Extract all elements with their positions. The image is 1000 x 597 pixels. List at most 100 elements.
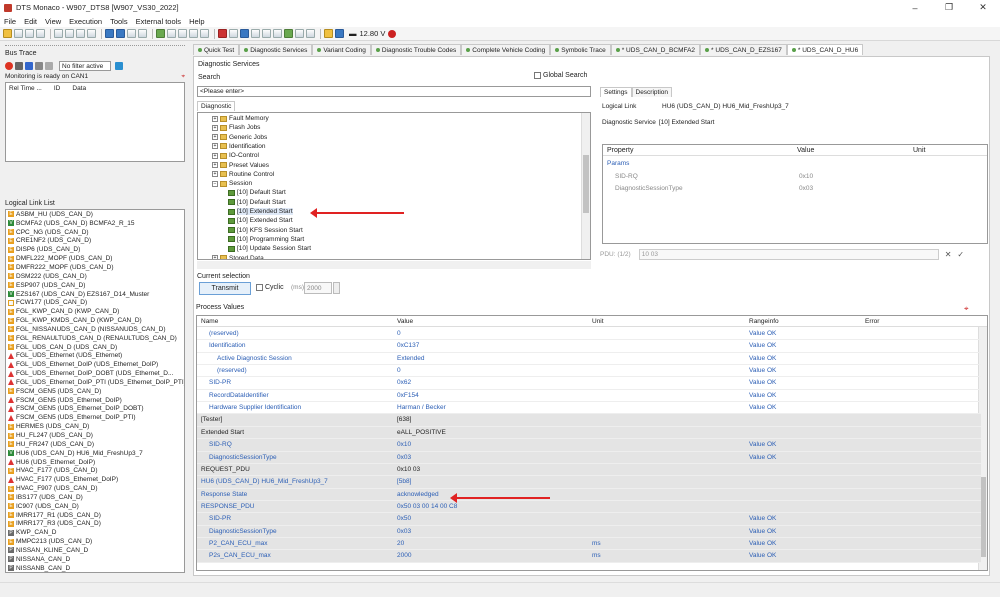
table-row[interactable]: DiagnosticSessionType 0x03 Value OK (197, 525, 981, 538)
logical-link-item[interactable]: E FGL_NISSANUDS_CAN_D (NISSANUDS_CAN_D) (6, 325, 184, 334)
tab-item[interactable]: Diagnostic Services (239, 44, 313, 55)
global-search-toggle[interactable]: Global Search (534, 72, 587, 79)
col-property[interactable]: Property (607, 147, 633, 154)
help-icon[interactable] (335, 29, 344, 38)
dtc-icon[interactable] (295, 29, 304, 38)
new-file-icon[interactable] (14, 29, 23, 38)
variant-icon[interactable] (273, 29, 282, 38)
pdu-apply-icon[interactable]: ✓ (957, 250, 964, 259)
logical-link-item[interactable]: FGL_UDS_Ethernet (UDS_Ethernet) (6, 352, 184, 361)
logical-link-item[interactable]: E DMFR222_MOPF (UDS_CAN_D) (6, 263, 184, 272)
menu-file[interactable]: File (0, 17, 20, 26)
tree-service[interactable]: [10] Default Start (228, 199, 286, 206)
panel-splitter[interactable] (5, 45, 185, 48)
cyclic-toggle[interactable]: Cyclic (256, 284, 284, 291)
col-id[interactable]: ID (54, 85, 61, 92)
cyclic-checkbox[interactable] (256, 284, 263, 291)
table-row[interactable]: Hardware Supplier Identification Harman /… (197, 402, 981, 415)
network-icon[interactable] (178, 29, 187, 38)
logical-link-item[interactable]: FGL_UDS_Ethernet_DoIP_PTI (UDS_Ethernet_… (6, 378, 184, 387)
logical-link-item[interactable]: E FSCM_GEN5 (UDS_CAN_D) (6, 387, 184, 396)
process-values-table[interactable]: Name Value Unit Rangeinfo Error (reserve… (196, 315, 988, 571)
tree-folder[interactable]: + Fault Memory (212, 115, 269, 122)
record-icon[interactable] (5, 62, 13, 70)
table-row[interactable]: [Tester] [638] (197, 414, 981, 427)
tree-service[interactable]: [10] Extended Start (228, 217, 293, 224)
logical-link-item[interactable]: E ASBM_HU (UDS_CAN_D) (6, 210, 184, 219)
filter-select[interactable]: No filter active (59, 61, 111, 71)
grid-icon[interactable] (138, 29, 147, 38)
tree-service[interactable]: [10] Default Start (228, 189, 286, 196)
expand-icon[interactable]: + (212, 171, 218, 178)
table-row[interactable]: (reserved) 0 Value OK (197, 328, 981, 341)
cycle-time-stepper[interactable] (333, 282, 340, 294)
tab-item[interactable]: Complete Vehicle Coding (461, 44, 551, 55)
tab-settings[interactable]: Settings (600, 87, 632, 97)
expand-icon[interactable]: + (212, 162, 218, 168)
tree-folder[interactable]: + Preset Values (212, 162, 269, 169)
logical-link-item[interactable]: E IBS177 (UDS_CAN_D) (6, 493, 184, 502)
table-row[interactable]: REQUEST_PDU 0x10 03 (197, 463, 981, 477)
property-grid[interactable]: Property Value Unit Params SID-RQ 0x10 D… (602, 144, 988, 244)
table-row[interactable]: DiagnosticSessionType 0x03 Value OK (197, 451, 981, 464)
table-row[interactable]: Identification 0xC137 Value OK (197, 340, 981, 353)
logical-link-item[interactable]: V BCMFA2 (UDS_CAN_D) BCMFA2_R_15 (6, 219, 184, 228)
record-stop-icon[interactable] (388, 29, 397, 38)
col-error[interactable]: Error (865, 318, 879, 325)
expand-icon[interactable]: + (212, 143, 218, 150)
logical-link-list[interactable]: E ASBM_HU (UDS_CAN_D) V BCMFA2 (UDS_CAN_D) … (5, 209, 185, 573)
pdu-cancel-icon[interactable]: ✕ (945, 250, 952, 259)
tree-service[interactable]: [10] Update Session Start (228, 245, 311, 252)
logical-link-item[interactable]: P KWP_CAN_D (6, 528, 184, 537)
edit-icon[interactable] (251, 29, 260, 38)
info-icon[interactable] (324, 29, 333, 38)
maximize-icon[interactable]: ❐ (932, 2, 966, 13)
undo-icon[interactable] (76, 29, 85, 38)
table-row[interactable]: RecordDataIdentifier 0xF154 Value OK (197, 390, 981, 403)
pdu-input[interactable]: 10 03 (638, 249, 939, 260)
table-row[interactable]: Active Diagnostic Session Extended Value O… (197, 353, 981, 366)
col-unit[interactable]: Unit (913, 147, 925, 154)
tab-diagnostic[interactable]: Diagnostic (197, 101, 236, 111)
col-rangeinfo[interactable]: Rangeinfo (749, 318, 779, 325)
save-icon[interactable] (36, 29, 45, 38)
logical-link-item[interactable]: E CPC_NG (UDS_CAN_D) (6, 228, 184, 237)
bus-trace-list[interactable]: Rel Time ... ID Data (5, 82, 185, 162)
tree-folder[interactable]: + Generic Jobs (212, 134, 267, 141)
tree-h-scrollbar[interactable] (197, 261, 591, 269)
logical-link-item[interactable]: FSCM_GEN5 (UDS_Ethernet_DoIP_DOBT) (6, 405, 184, 414)
logical-link-item[interactable]: E HERMES (UDS_CAN_D) (6, 422, 184, 431)
cycle-time-input[interactable]: 2000 (304, 282, 332, 294)
table-row[interactable]: HU6 (UDS_CAN_D) HU6_Mid_FreshUp3_7 [5b8] (197, 476, 981, 489)
logical-link-item[interactable]: E DISP6 (UDS_CAN_D) (6, 245, 184, 254)
logical-link-item[interactable]: E HVAC_F907 (UDS_CAN_D) (6, 484, 184, 493)
pause-icon[interactable] (15, 62, 23, 70)
expand-icon[interactable]: − (212, 180, 218, 187)
params-group[interactable]: Params (607, 160, 629, 167)
logical-link-item[interactable]: F FCW177 (UDS_CAN_D) (6, 298, 184, 307)
tab-description[interactable]: Description (631, 87, 673, 97)
tree-folder[interactable]: + IO-Control (212, 152, 259, 159)
logical-link-item[interactable]: FSCM_GEN5 (UDS_Ethernet_DoIP_PTI) (6, 413, 184, 422)
layout-split-icon[interactable] (116, 29, 125, 38)
expand-icon[interactable]: + (212, 134, 218, 141)
col-data[interactable]: Data (72, 85, 86, 92)
tree-folder[interactable]: − Session (212, 180, 252, 187)
ecu-icon[interactable] (167, 29, 176, 38)
tree-service[interactable]: [10] KFS Session Start (228, 227, 303, 234)
logical-link-item[interactable]: E DMFL222_MOPF (UDS_CAN_D) (6, 254, 184, 263)
global-search-checkbox[interactable] (534, 72, 541, 79)
logical-link-item[interactable]: FGL_UDS_Ethernet_DoIP_DOBT (UDS_Ethernet… (6, 369, 184, 378)
copy-icon[interactable] (25, 29, 34, 38)
logical-link-item[interactable]: P NISSAN_KLINE_CAN_D (6, 546, 184, 555)
expand-icon[interactable]: + (212, 255, 218, 259)
tool-icon[interactable] (229, 29, 238, 38)
table-row[interactable]: SID-PR 0x62 Value OK (197, 377, 981, 390)
table-row[interactable]: (reserved) 0 Value OK (197, 365, 981, 378)
tab-item[interactable]: Variant Coding (312, 44, 371, 55)
database-icon[interactable] (240, 29, 249, 38)
logical-link-item[interactable]: V HU6 (UDS_CAN_D) HU6_Mid_FreshUp3_7 (6, 449, 184, 458)
menu-tools[interactable]: Tools (106, 17, 132, 26)
paste-icon[interactable] (65, 29, 74, 38)
settings-icon[interactable] (200, 29, 209, 38)
